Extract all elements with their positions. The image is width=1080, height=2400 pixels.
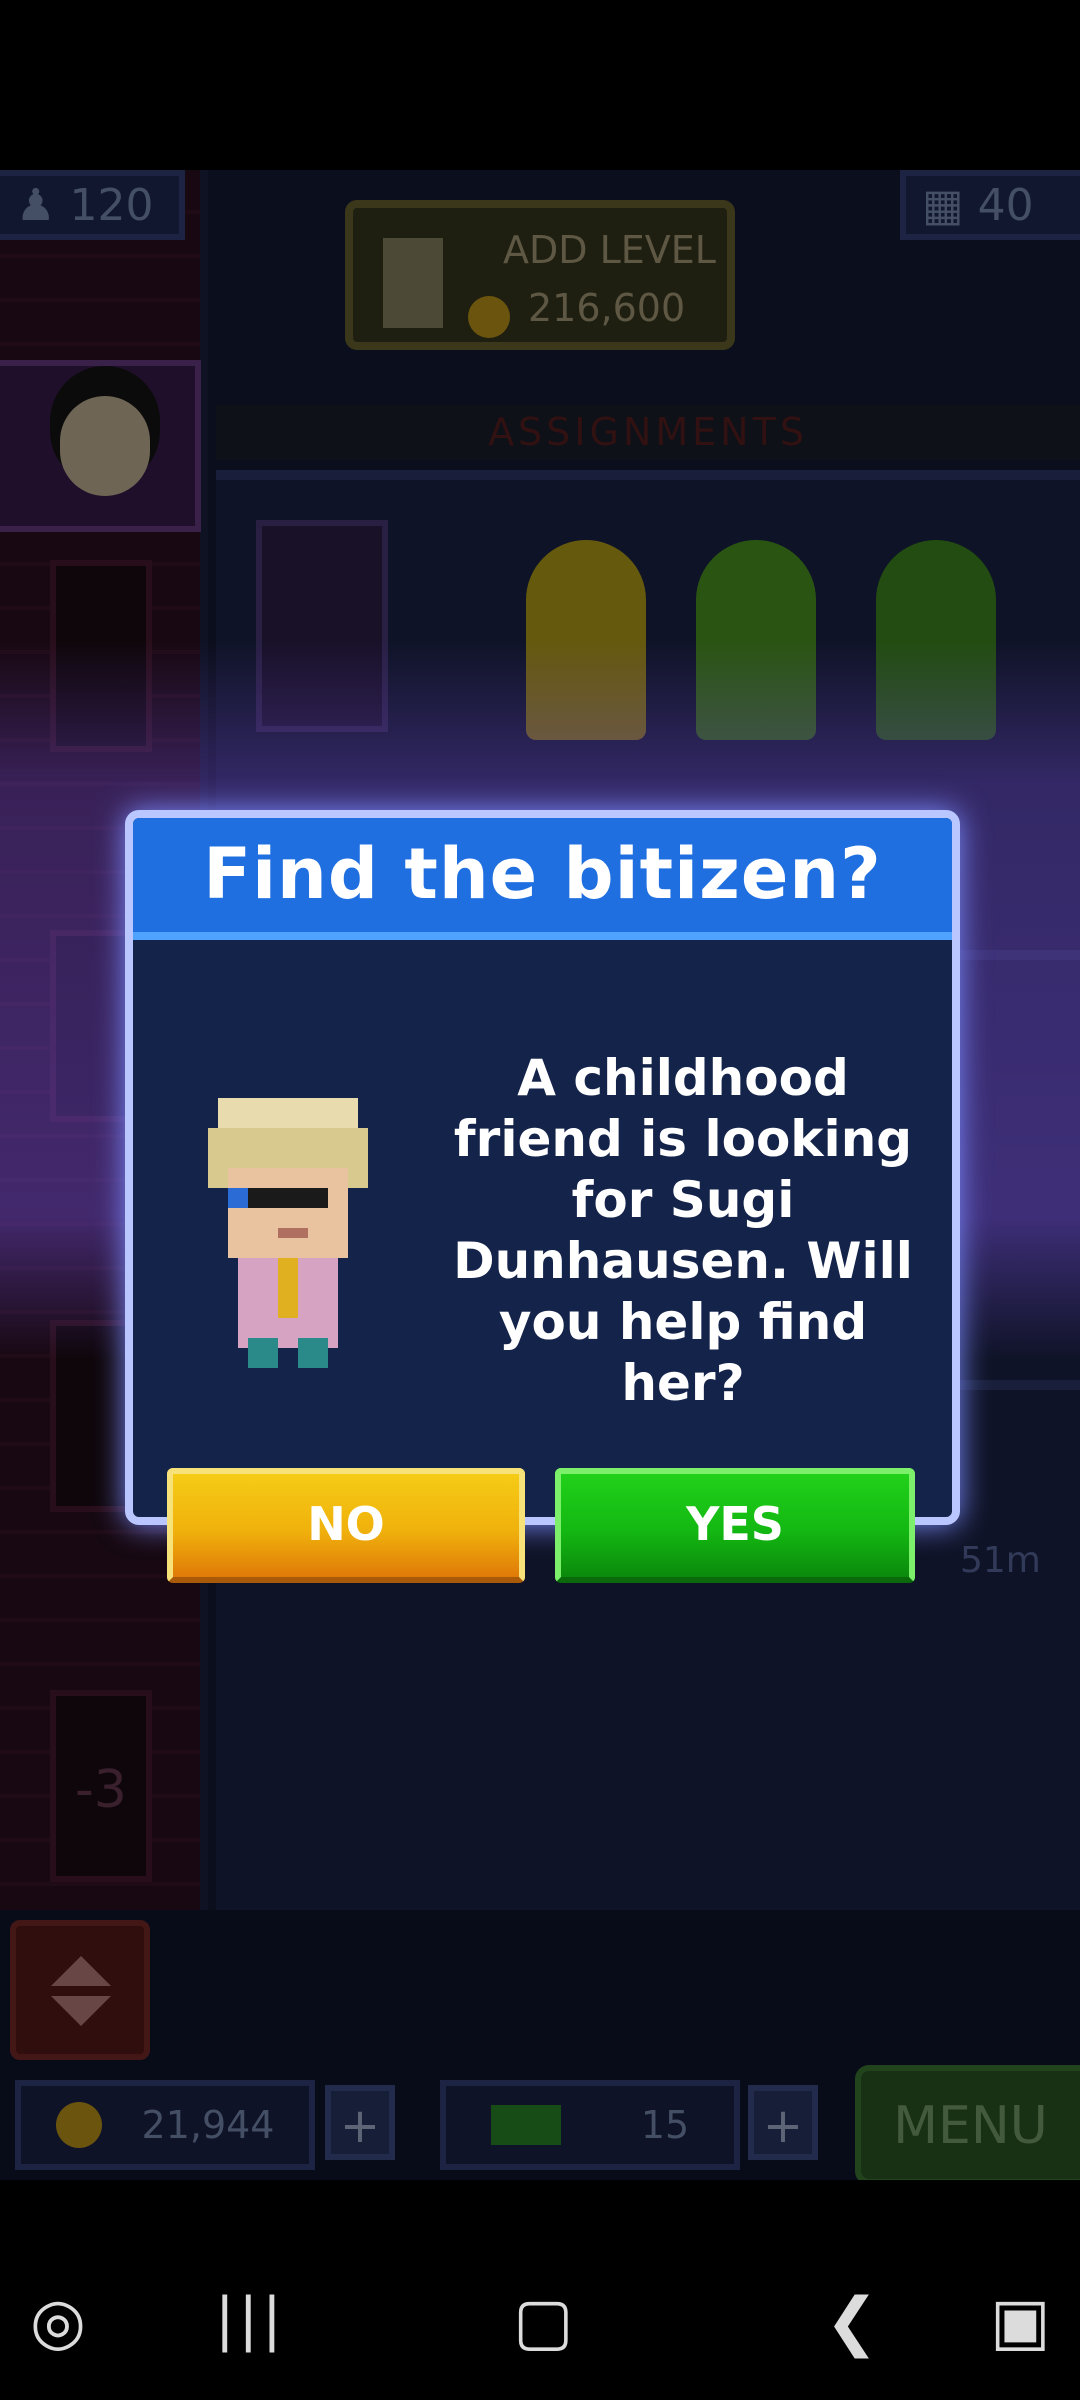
add-level-cost: 216,600 — [528, 286, 686, 330]
buy-coins-button[interactable]: + — [325, 2085, 395, 2160]
floor-depth-label: 51m — [960, 1540, 1041, 1581]
recent-apps-icon[interactable]: ||| — [215, 2290, 286, 2348]
arrow-down-icon — [51, 1996, 111, 2026]
coin-icon — [468, 296, 510, 338]
buy-bux-button[interactable]: + — [748, 2085, 818, 2160]
coin-balance: 21,944 — [15, 2080, 315, 2170]
home-icon[interactable]: ▢ — [513, 2290, 573, 2354]
floor-count-value: 40 — [977, 179, 1034, 231]
elevator-control-button[interactable] — [10, 1920, 150, 2060]
add-level-label: ADD LEVEL — [503, 228, 716, 272]
add-level-button[interactable]: ADD LEVEL 216,600 — [345, 200, 735, 350]
floor-counter[interactable]: ▦ 40 — [900, 170, 1080, 240]
no-button[interactable]: NO — [167, 1468, 525, 1583]
dialog-title: Find the bitizen? — [133, 818, 952, 940]
bux-balance-value: 15 — [640, 2103, 690, 2147]
bitizen-avatar-button[interactable] — [0, 360, 201, 532]
assignments-label: ASSIGNMENTS — [216, 405, 1080, 460]
yes-button[interactable]: YES — [555, 1468, 915, 1583]
population-counter[interactable]: ♟ 120 — [0, 170, 185, 240]
arrow-up-icon — [51, 1956, 111, 1986]
add-floor-icon — [383, 238, 443, 328]
population-value: 120 — [69, 179, 154, 231]
avatar — [60, 396, 150, 496]
coin-balance-value: 21,944 — [141, 2103, 275, 2147]
dialog-message: A childhood friend is looking for Sugi D… — [453, 1049, 913, 1412]
find-bitizen-dialog: Find the bitizen? A childhood friend is … — [125, 810, 960, 1525]
bux-balance: 15 — [440, 2080, 740, 2170]
back-icon[interactable]: ❮ — [825, 2290, 879, 2354]
game-launcher-icon[interactable]: ◎ — [30, 2290, 86, 2354]
bux-icon — [490, 2105, 561, 2145]
building-icon: ▦ — [922, 179, 964, 231]
bitizen-portrait — [208, 1098, 368, 1368]
coin-icon — [55, 2102, 102, 2148]
floor-label: -3 — [75, 1760, 127, 1820]
person-icon: ♟ — [16, 179, 56, 231]
menu-button[interactable]: MENU — [855, 2065, 1080, 2180]
screenshot-assist-icon[interactable]: ▣ — [990, 2290, 1050, 2354]
